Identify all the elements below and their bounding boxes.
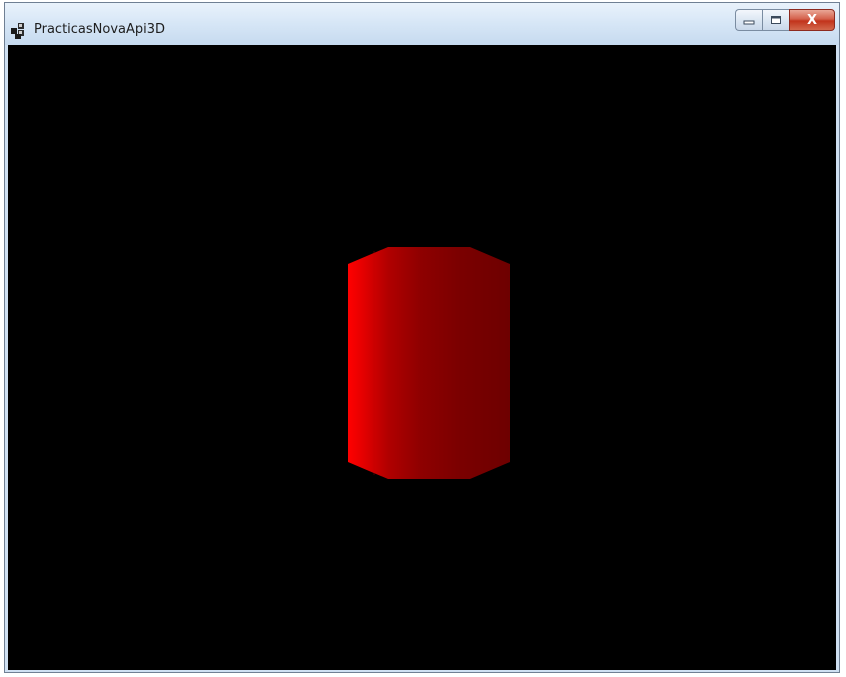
application-window: PracticasNovaApi3D X [4,2,840,673]
maximize-button[interactable] [762,9,789,31]
window-controls: X [735,9,835,33]
3d-viewport[interactable] [8,45,836,670]
title-bar[interactable]: PracticasNovaApi3D X [5,3,839,45]
maximize-icon [771,16,781,24]
minimize-icon [743,20,755,25]
close-icon: X [806,12,818,28]
window-title: PracticasNovaApi3D [34,22,166,37]
red-cylinder [348,247,510,479]
app-icon [11,23,24,39]
minimize-button[interactable] [735,9,762,31]
close-button[interactable]: X [789,9,835,31]
